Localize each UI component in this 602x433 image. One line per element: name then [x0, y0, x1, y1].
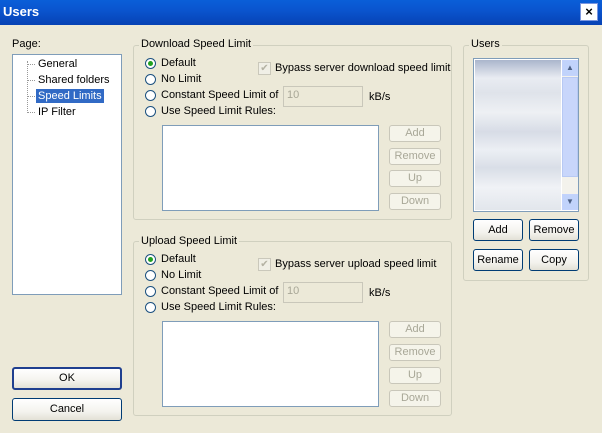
tree-connector [27, 80, 35, 81]
download-bypass-checkbox[interactable]: ✔ [258, 62, 271, 75]
tree-item-speed-limits[interactable]: Speed Limits [36, 89, 104, 103]
download-group-title: Download Speed Limit [139, 38, 254, 50]
upload-radio-rules-label: Use Speed Limit Rules: [161, 301, 276, 313]
cancel-button[interactable]: Cancel [12, 398, 122, 421]
copy-user-label: Copy [541, 254, 567, 266]
upload-radio-constant[interactable] [145, 286, 156, 297]
download-radio-default[interactable] [145, 58, 156, 69]
rename-user-button[interactable]: Rename [473, 249, 523, 271]
download-unit-label: kB/s [369, 91, 391, 103]
download-bypass-label: Bypass server download speed limit [275, 62, 451, 74]
upload-radio-no-limit-label: No Limit [161, 269, 202, 281]
upload-radio-constant-label: Constant Speed Limit of [161, 285, 279, 297]
download-limit-input[interactable]: 10 [283, 86, 363, 107]
upload-radio-no-limit[interactable] [145, 270, 156, 281]
download-radio-constant-label: Constant Speed Limit of [161, 89, 279, 101]
upload-up-rule-label: Up [407, 369, 423, 381]
upload-down-rule-button[interactable]: Down [389, 390, 441, 407]
download-radio-default-label: Default [161, 57, 196, 69]
window-title: Users [3, 4, 40, 19]
upload-up-rule-button[interactable]: Up [389, 367, 441, 384]
upload-unit-label: kB/s [369, 287, 391, 299]
users-list-content [475, 60, 561, 210]
tree-connector [27, 112, 35, 113]
ok-button[interactable]: OK [12, 367, 122, 390]
download-limit-value: 10 [287, 89, 300, 101]
copy-user-button[interactable]: Copy [529, 249, 579, 271]
upload-remove-rule-label: Remove [394, 346, 436, 358]
page-label: Page: [12, 38, 41, 50]
users-list-scrollbar[interactable]: ▲ ▼ [562, 60, 578, 210]
download-radio-rules[interactable] [145, 106, 156, 117]
add-user-label: Add [488, 224, 508, 236]
download-add-rule-button[interactable]: Add [389, 125, 441, 142]
tree-item-shared-folders[interactable]: Shared folders [36, 73, 112, 87]
remove-user-label: Remove [533, 224, 575, 236]
ok-button-label: OK [59, 372, 75, 384]
scroll-up-icon: ▲ [566, 63, 574, 72]
tree-connector [27, 61, 28, 111]
upload-remove-rule-button[interactable]: Remove [389, 344, 441, 361]
download-up-rule-button[interactable]: Up [389, 170, 441, 187]
scroll-down-button[interactable]: ▼ [562, 194, 578, 210]
download-remove-rule-button[interactable]: Remove [389, 148, 441, 165]
tree-connector [27, 96, 35, 97]
close-button[interactable]: × [580, 3, 598, 21]
download-add-rule-label: Add [405, 127, 425, 139]
download-radio-rules-label: Use Speed Limit Rules: [161, 105, 276, 117]
tree-connector [27, 64, 35, 65]
upload-radio-default-label: Default [161, 253, 196, 265]
upload-add-rule-label: Add [405, 323, 425, 335]
scroll-down-icon: ▼ [566, 197, 574, 206]
checkmark-icon: ✔ [260, 259, 269, 270]
scroll-thumb[interactable] [562, 77, 578, 177]
upload-limit-value: 10 [287, 285, 300, 297]
download-remove-rule-label: Remove [394, 150, 436, 162]
upload-rules-list[interactable] [162, 321, 379, 407]
upload-bypass-label: Bypass server upload speed limit [275, 258, 437, 270]
download-radio-no-limit-label: No Limit [161, 73, 202, 85]
upload-add-rule-button[interactable]: Add [389, 321, 441, 338]
download-up-rule-label: Up [407, 172, 423, 184]
download-radio-constant[interactable] [145, 90, 156, 101]
cancel-button-label: Cancel [49, 403, 85, 415]
page-tree[interactable]: General Shared folders Speed Limits IP F… [12, 54, 122, 295]
upload-down-rule-label: Down [400, 392, 430, 404]
title-bar: Users × [0, 0, 602, 25]
users-group-title: Users [469, 38, 502, 50]
upload-limit-input[interactable]: 10 [283, 282, 363, 303]
close-icon: × [585, 4, 593, 19]
tree-item-general[interactable]: General [36, 57, 79, 71]
download-down-rule-label: Down [400, 195, 430, 207]
download-radio-no-limit[interactable] [145, 74, 156, 85]
remove-user-button[interactable]: Remove [529, 219, 579, 241]
scroll-up-button[interactable]: ▲ [562, 60, 578, 76]
download-rules-list[interactable] [162, 125, 379, 211]
upload-radio-rules[interactable] [145, 302, 156, 313]
users-list[interactable]: ▲ ▼ [473, 58, 579, 212]
add-user-button[interactable]: Add [473, 219, 523, 241]
rename-user-label: Rename [477, 254, 519, 266]
upload-radio-default[interactable] [145, 254, 156, 265]
checkmark-icon: ✔ [260, 63, 269, 74]
tree-item-ip-filter[interactable]: IP Filter [36, 105, 78, 119]
download-down-rule-button[interactable]: Down [389, 193, 441, 210]
upload-bypass-checkbox[interactable]: ✔ [258, 258, 271, 271]
upload-group-title: Upload Speed Limit [139, 235, 240, 247]
